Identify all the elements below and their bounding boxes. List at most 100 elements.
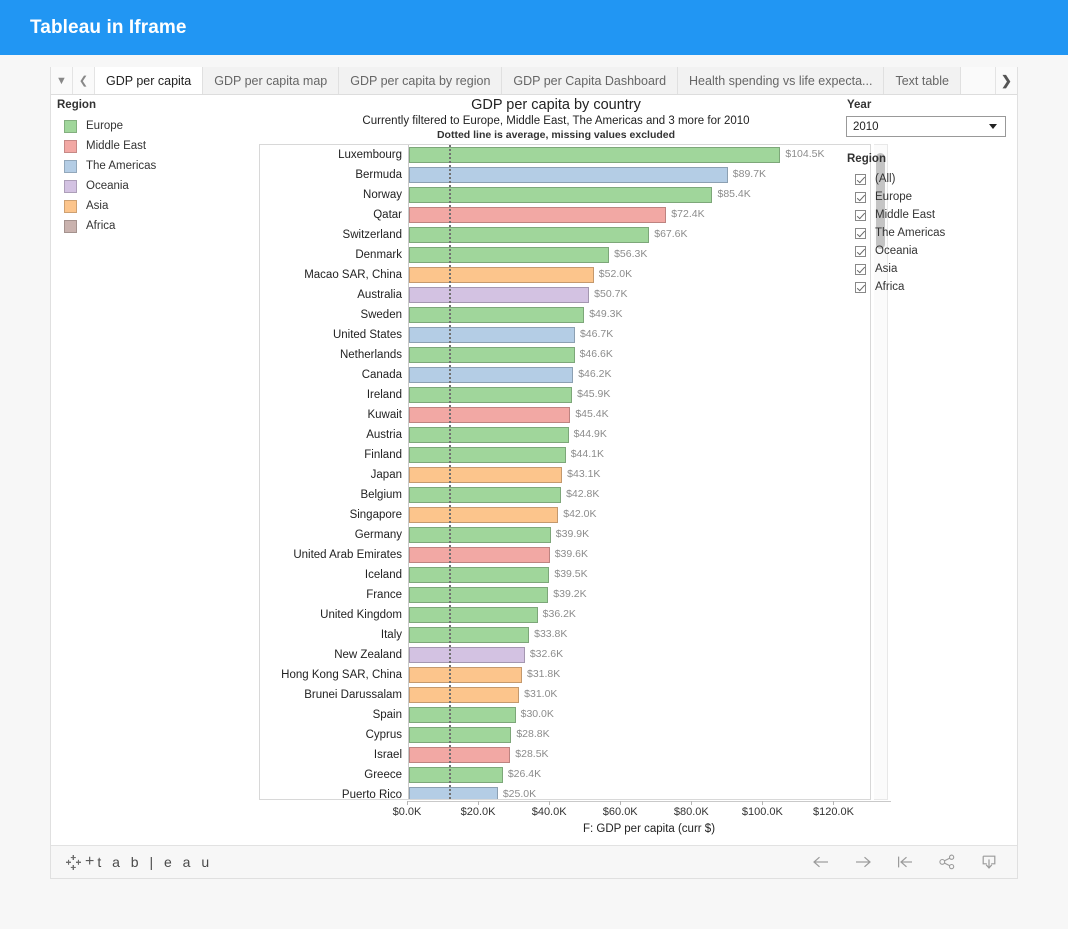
bar-row[interactable]: United Kingdom$36.2K (260, 605, 870, 625)
legend-item-europe[interactable]: Europe (56, 116, 211, 136)
caret-down-icon[interactable]: ▼ (51, 67, 73, 94)
revert-icon[interactable] (895, 852, 915, 872)
bar-row[interactable]: Netherlands$46.6K (260, 345, 870, 365)
checkbox-checked-icon[interactable] (855, 210, 866, 221)
bar-row[interactable]: United States$46.7K (260, 325, 870, 345)
bar-row[interactable]: United Arab Emirates$39.6K (260, 545, 870, 565)
bar[interactable] (409, 687, 519, 703)
forward-icon[interactable] (853, 852, 873, 872)
bar-row[interactable]: France$39.2K (260, 585, 870, 605)
bar[interactable] (409, 787, 498, 800)
region-checkbox-africa[interactable]: Africa (846, 278, 1011, 296)
checkbox-checked-icon[interactable] (855, 264, 866, 275)
tab-gdp-per-capita-dashboard[interactable]: GDP per Capita Dashboard (502, 67, 678, 94)
region-checkbox-middle-east[interactable]: Middle East (846, 206, 1011, 224)
bar-row[interactable]: Switzerland$67.6K (260, 225, 870, 245)
bar-row[interactable]: Qatar$72.4K (260, 205, 870, 225)
bar[interactable] (409, 627, 529, 643)
legend-item-the-americas[interactable]: The Americas (56, 156, 211, 176)
bar[interactable] (409, 527, 551, 543)
bar[interactable] (409, 287, 589, 303)
bar[interactable] (409, 547, 550, 563)
bar-row[interactable]: Luxembourg$104.5K (260, 145, 870, 165)
bar-row[interactable]: Spain$30.0K (260, 705, 870, 725)
bar[interactable] (409, 207, 666, 223)
bar[interactable] (409, 567, 549, 583)
region-checkbox-oceania[interactable]: Oceania (846, 242, 1011, 260)
bar-row[interactable]: Australia$50.7K (260, 285, 870, 305)
bar[interactable] (409, 727, 511, 743)
bar[interactable] (409, 327, 575, 343)
region-checkbox-asia[interactable]: Asia (846, 260, 1011, 278)
bar[interactable] (409, 227, 649, 243)
checkbox-checked-icon[interactable] (855, 174, 866, 185)
bar[interactable] (409, 347, 575, 363)
bar-row[interactable]: Kuwait$45.4K (260, 405, 870, 425)
bar[interactable] (409, 647, 525, 663)
bar[interactable] (409, 167, 728, 183)
tab-gdp-per-capita-map[interactable]: GDP per capita map (203, 67, 339, 94)
region-checkbox--all[interactable]: (All) (846, 170, 1011, 188)
bar[interactable] (409, 247, 609, 263)
region-checkbox-the-americas[interactable]: The Americas (846, 224, 1011, 242)
bar[interactable] (409, 587, 548, 603)
checkbox-checked-icon[interactable] (855, 282, 866, 293)
bar[interactable] (409, 507, 558, 523)
tab-gdp-per-capita-by-region[interactable]: GDP per capita by region (339, 67, 502, 94)
bar[interactable] (409, 367, 573, 383)
bar-row[interactable]: Belgium$42.8K (260, 485, 870, 505)
bar[interactable] (409, 407, 570, 423)
year-filter-dropdown[interactable]: 2010 (846, 116, 1006, 137)
bar[interactable] (409, 307, 584, 323)
bar[interactable] (409, 667, 522, 683)
bar-row[interactable]: Greece$26.4K (260, 765, 870, 785)
bar-row[interactable]: Norway$85.4K (260, 185, 870, 205)
bar-row[interactable]: Canada$46.2K (260, 365, 870, 385)
legend-item-asia[interactable]: Asia (56, 196, 211, 216)
download-icon[interactable] (979, 852, 999, 872)
back-icon[interactable] (811, 852, 831, 872)
legend-item-middle-east[interactable]: Middle East (56, 136, 211, 156)
chevron-right-icon[interactable]: ❯ (995, 67, 1017, 94)
bar-row[interactable]: Finland$44.1K (260, 445, 870, 465)
bar-row[interactable]: Ireland$45.9K (260, 385, 870, 405)
bar-row[interactable]: Bermuda$89.7K (260, 165, 870, 185)
bar[interactable] (409, 767, 503, 783)
bar[interactable] (409, 747, 510, 763)
bar-row[interactable]: Germany$39.9K (260, 525, 870, 545)
bar[interactable] (409, 707, 516, 723)
checkbox-checked-icon[interactable] (855, 246, 866, 257)
tab-text-table[interactable]: Text table (884, 67, 961, 94)
bar-row[interactable]: Austria$44.9K (260, 425, 870, 445)
checkbox-checked-icon[interactable] (855, 192, 866, 203)
bar-row[interactable]: Sweden$49.3K (260, 305, 870, 325)
share-icon[interactable] (937, 852, 957, 872)
bar[interactable] (409, 607, 538, 623)
bar-row[interactable]: Hong Kong SAR, China$31.8K (260, 665, 870, 685)
bar[interactable] (409, 387, 572, 403)
bar[interactable] (409, 427, 569, 443)
bar-row[interactable]: Israel$28.5K (260, 745, 870, 765)
bar[interactable] (409, 447, 566, 463)
bar-row[interactable]: Cyprus$28.8K (260, 725, 870, 745)
bar-row[interactable]: Denmark$56.3K (260, 245, 870, 265)
tableau-logo[interactable]: + t a b | e a u (65, 853, 213, 871)
bar-row[interactable]: Iceland$39.5K (260, 565, 870, 585)
bar-row[interactable]: Japan$43.1K (260, 465, 870, 485)
legend-item-oceania[interactable]: Oceania (56, 176, 211, 196)
bar[interactable] (409, 487, 561, 503)
bar-row[interactable]: Singapore$42.0K (260, 505, 870, 525)
bar[interactable] (409, 187, 712, 203)
legend-item-africa[interactable]: Africa (56, 216, 211, 236)
tab-gdp-per-capita[interactable]: GDP per capita (95, 67, 203, 94)
bar[interactable] (409, 467, 562, 483)
bar-row[interactable]: Macao SAR, China$52.0K (260, 265, 870, 285)
bar[interactable] (409, 147, 780, 163)
checkbox-checked-icon[interactable] (855, 228, 866, 239)
bar-row[interactable]: Italy$33.8K (260, 625, 870, 645)
bar[interactable] (409, 267, 594, 283)
bar-row[interactable]: Brunei Darussalam$31.0K (260, 685, 870, 705)
region-checkbox-europe[interactable]: Europe (846, 188, 1011, 206)
bar-row[interactable]: Puerto Rico$25.0K (260, 785, 870, 800)
tab-health-spending-vs-life-expecta[interactable]: Health spending vs life expecta... (678, 67, 884, 94)
